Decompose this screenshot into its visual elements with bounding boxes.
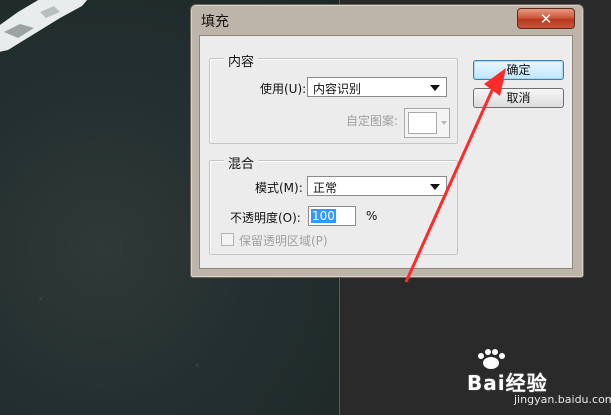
watermark-url: jingyan.baidu.com <box>514 393 611 406</box>
watermark-brand: Bai经验 <box>467 371 548 395</box>
annotation-arrow <box>404 68 506 283</box>
